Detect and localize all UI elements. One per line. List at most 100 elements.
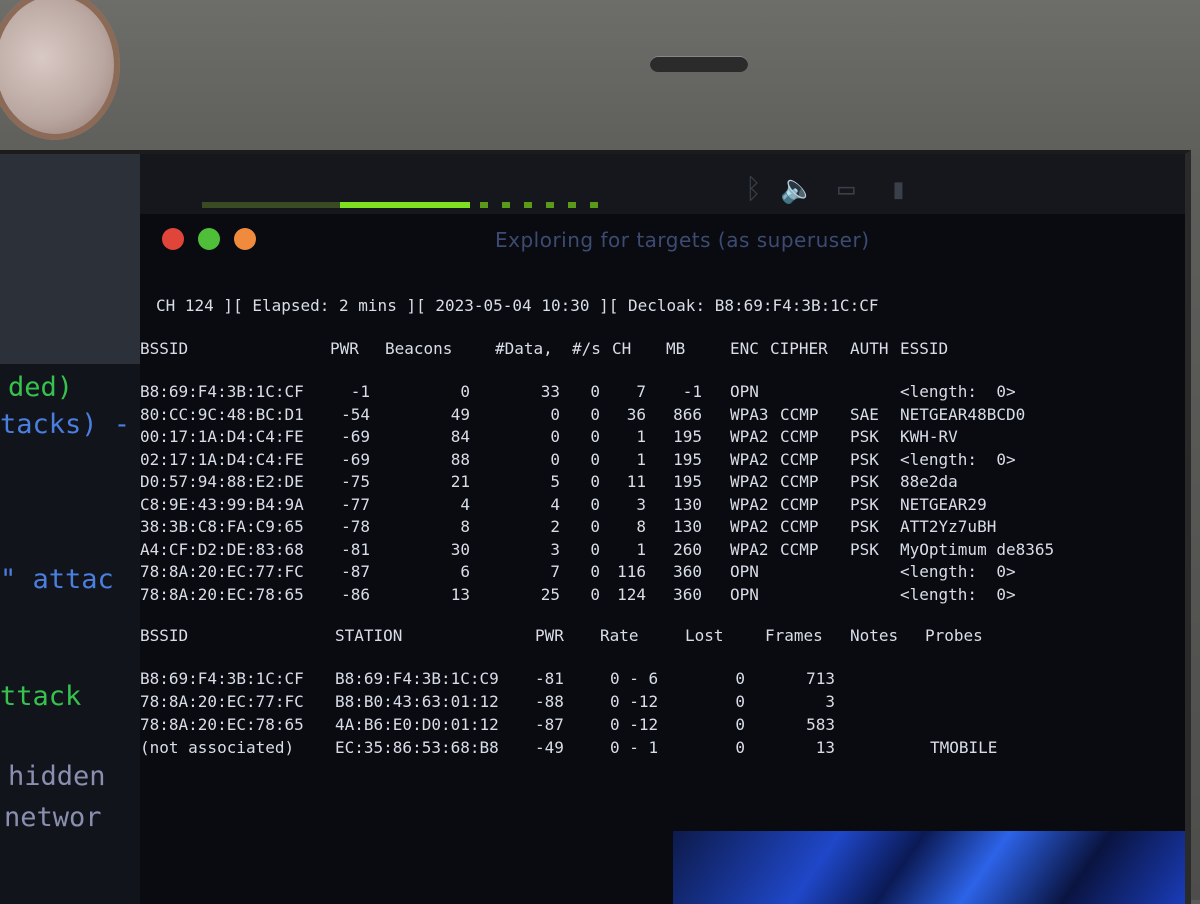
sta-header-1: STATION bbox=[335, 626, 403, 645]
ap-row-5-col-3: 4 bbox=[550, 494, 560, 514]
ap-row-7-col-10: MyOptimum de8365 bbox=[900, 539, 1055, 559]
sta-row-3-col-3: 0 - 1 bbox=[610, 738, 659, 757]
ap-row-9-col-5: 124 bbox=[617, 584, 646, 604]
ap-row-0-col-4: 0 bbox=[590, 382, 600, 401]
sta-row-1-col-5: 3 bbox=[825, 692, 835, 711]
ap-row-1-col-1: -54 bbox=[341, 404, 370, 424]
ap-row-5-col-0: C8:9E:43:99:B4:9A bbox=[140, 494, 304, 514]
top-panel: ᛒ 🔈 ▭ ▮ bbox=[140, 154, 1185, 214]
desktop-wallpaper bbox=[673, 831, 1185, 904]
sta-row-2-col-0: 78:8A:20:EC:78:65 bbox=[140, 715, 304, 734]
ap-row-8-col-0: 78:8A:20:EC:77:FC bbox=[140, 562, 304, 581]
ap-row-6-col-3: 2 bbox=[550, 517, 560, 536]
ap-row-0-col-10: <length: 0> bbox=[900, 382, 1016, 401]
ap-row-8-col-6: 360 bbox=[673, 562, 702, 581]
ap-row-9-col-10: <length: 0> bbox=[900, 584, 1016, 604]
ap-row-7-col-8: CCMP bbox=[780, 539, 819, 559]
ap-row-4-col-8: CCMP bbox=[780, 472, 819, 491]
screen: ded) tacks) - " attac ttack hidden netwo… bbox=[0, 150, 1191, 904]
sta-header-3: Rate bbox=[600, 626, 639, 645]
ap-row-3-col-7: WPA2 bbox=[730, 449, 769, 469]
ap-row-2-col-10: KWH-RV bbox=[900, 427, 958, 446]
sta-row-0-col-4: 0 bbox=[735, 669, 745, 688]
background-window-top bbox=[0, 154, 140, 364]
terminal-window[interactable]: Exploring for targets (as superuser) CH … bbox=[140, 214, 1185, 904]
ap-row-6-col-1: -78 bbox=[341, 517, 370, 536]
bg-text-5: hidden bbox=[8, 761, 106, 792]
battery-icon[interactable]: ▮ bbox=[890, 172, 907, 205]
workspace-meter-active[interactable] bbox=[340, 202, 470, 208]
ap-row-2-col-4: 0 bbox=[590, 427, 600, 446]
volume-icon[interactable]: 🔈 bbox=[780, 172, 815, 205]
sta-row-3-col-2: -49 bbox=[535, 738, 564, 757]
ap-row-5-col-1: -77 bbox=[341, 494, 370, 514]
ap-row-8-col-5: 116 bbox=[617, 562, 646, 581]
ap-row-1-col-7: WPA3 bbox=[730, 404, 769, 424]
ap-row-0-col-7: OPN bbox=[730, 382, 759, 401]
ap-row-4-col-7: WPA2 bbox=[730, 472, 769, 491]
ap-row-4-col-2: 21 bbox=[450, 472, 470, 491]
ap-row-2-col-5: 1 bbox=[636, 427, 646, 446]
network-icon[interactable]: ▭ bbox=[838, 172, 855, 205]
ap-row-3-col-10: <length: 0> bbox=[900, 449, 1016, 469]
ap-row-3-col-0: 02:17:1A:D4:C4:FE bbox=[140, 449, 304, 469]
ap-header-7: ENC bbox=[730, 339, 759, 358]
bluetooth-icon[interactable]: ᛒ bbox=[745, 172, 762, 205]
sta-row-1-col-2: -88 bbox=[535, 692, 564, 711]
ap-row-5-col-9: PSK bbox=[850, 494, 879, 514]
ap-row-0-col-0: B8:69:F4:3B:1C:CF bbox=[140, 382, 304, 401]
sta-row-1-col-3: 0 -12 bbox=[610, 692, 659, 711]
ap-row-2-col-9: PSK bbox=[850, 427, 879, 446]
ap-row-7-col-6: 260 bbox=[673, 539, 702, 559]
sta-row-2-col-1: 4A:B6:E0:D0:01:12 bbox=[335, 715, 499, 734]
ap-header-1: PWR bbox=[330, 339, 359, 358]
ap-row-1-col-0: 80:CC:9C:48:BC:D1 bbox=[140, 404, 304, 424]
bg-text-3: " attac bbox=[0, 564, 114, 595]
sta-row-0-col-2: -81 bbox=[535, 669, 564, 688]
bg-text-4: ttack bbox=[0, 681, 82, 712]
ap-header-5: CH bbox=[612, 339, 632, 358]
bg-text-2: tacks) - bbox=[0, 409, 131, 440]
ap-header-9: AUTH bbox=[850, 339, 889, 358]
terminal-titlebar: Exploring for targets (as superuser) bbox=[140, 214, 1185, 274]
ap-row-7-col-3: 3 bbox=[550, 539, 560, 559]
ap-row-4-col-3: 5 bbox=[550, 472, 560, 491]
ap-row-4-col-4: 0 bbox=[590, 472, 600, 491]
ap-row-7-col-4: 0 bbox=[590, 539, 600, 559]
sta-row-3-col-0: (not associated) bbox=[140, 738, 295, 757]
ap-row-5-col-2: 4 bbox=[460, 494, 470, 514]
sta-row-2-col-4: 0 bbox=[735, 715, 745, 734]
ap-row-8-col-7: OPN bbox=[730, 562, 759, 581]
ap-row-0-col-5: 7 bbox=[636, 382, 646, 401]
ap-row-9-col-0: 78:8A:20:EC:78:65 bbox=[140, 584, 304, 604]
ap-row-3-col-6: 195 bbox=[673, 449, 702, 469]
ap-header-2: Beacons bbox=[385, 339, 453, 358]
ap-header-10: ESSID bbox=[900, 339, 949, 358]
ap-row-2-col-7: WPA2 bbox=[730, 427, 769, 446]
workspace-meter-1[interactable] bbox=[202, 202, 342, 208]
ap-row-7-col-1: -81 bbox=[341, 539, 370, 559]
sta-row-0-col-3: 0 - 6 bbox=[610, 669, 659, 688]
sta-row-1-col-0: 78:8A:20:EC:77:FC bbox=[140, 692, 304, 711]
sta-header-2: PWR bbox=[535, 626, 564, 645]
sta-header-6: Notes bbox=[850, 626, 899, 645]
ap-row-8-col-1: -87 bbox=[341, 562, 370, 581]
ap-row-5-col-6: 130 bbox=[673, 494, 702, 514]
sta-row-1-col-1: B8:B0:43:63:01:12 bbox=[335, 692, 499, 711]
minimize-button[interactable] bbox=[198, 228, 220, 250]
ap-row-2-col-8: CCMP bbox=[780, 427, 819, 446]
maximize-button[interactable] bbox=[234, 228, 256, 250]
sta-header-5: Frames bbox=[765, 626, 823, 645]
ap-row-6-col-9: PSK bbox=[850, 517, 879, 536]
background-window[interactable]: ded) tacks) - " attac ttack hidden netwo… bbox=[0, 154, 141, 904]
ap-row-4-col-5: 11 bbox=[626, 472, 646, 491]
ap-row-6-col-5: 8 bbox=[636, 517, 646, 536]
ap-row-4-col-10: 88e2da bbox=[900, 472, 958, 491]
close-button[interactable] bbox=[162, 228, 184, 250]
sta-header-7: Probes bbox=[925, 626, 983, 645]
bg-text-1: ded) bbox=[8, 372, 74, 403]
ap-row-1-col-10: NETGEAR48BCD0 bbox=[900, 404, 1026, 424]
ap-row-4-col-0: D0:57:94:88:E2:DE bbox=[140, 472, 304, 491]
workspace-meter-3[interactable] bbox=[480, 202, 600, 208]
ap-row-3-col-3: 0 bbox=[550, 449, 560, 469]
